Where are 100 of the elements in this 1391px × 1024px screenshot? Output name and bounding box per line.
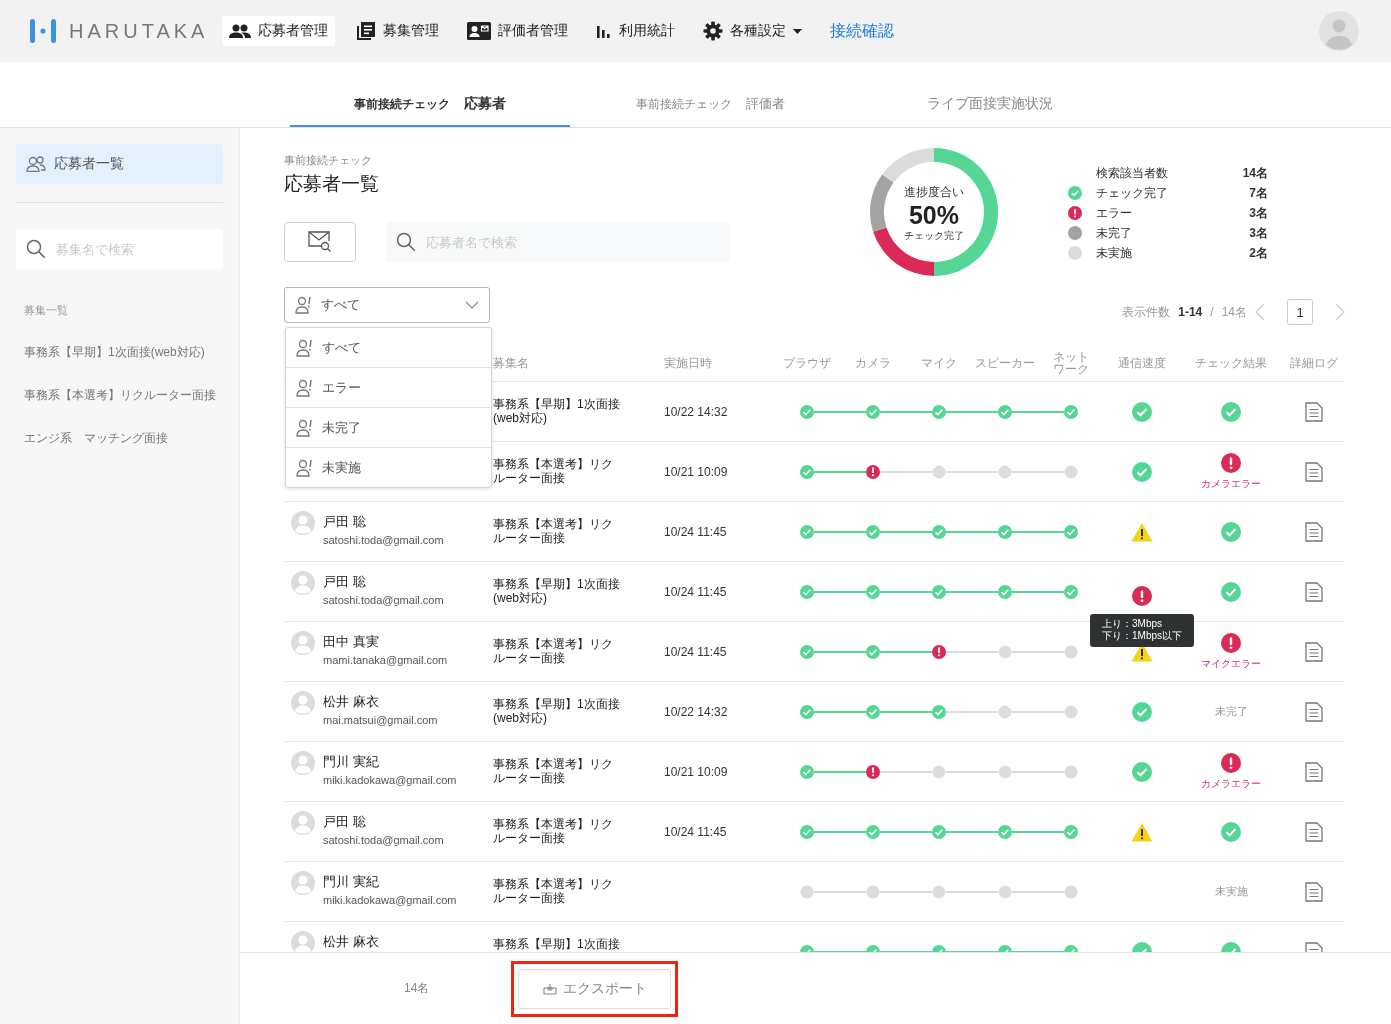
applicant-email: mai.matsui@gmail.com: [323, 714, 438, 727]
documents-icon: [356, 21, 377, 41]
tab[interactable]: ライブ面接実施状況: [850, 62, 1130, 127]
check-date: 10/22 14:32: [663, 404, 729, 419]
tab[interactable]: 事前接続チェック 応募者: [290, 62, 570, 127]
progress-line: [945, 530, 999, 533]
progress-line: [1011, 590, 1065, 593]
applicant-name: 戸田 聡: [323, 574, 367, 589]
progress-line: [945, 890, 999, 893]
document-icon[interactable]: [1304, 641, 1323, 662]
progress-line: [1011, 890, 1065, 893]
progress-line: [1011, 530, 1065, 533]
search-icon: [26, 239, 46, 259]
menu-item[interactable]: エラー: [286, 368, 491, 408]
applicant-name: 門川 実紀: [323, 874, 380, 889]
nav-item[interactable]: 利用統計: [589, 16, 683, 46]
menu-item[interactable]: 未実施: [286, 448, 491, 487]
document-icon[interactable]: [1304, 701, 1323, 722]
recruitment-name: 事務系【本選考】リクルーター面接: [492, 816, 614, 845]
tab[interactable]: 事前接続チェック 評価者: [570, 62, 850, 127]
avatar-icon: [291, 511, 315, 535]
document-icon[interactable]: [1304, 821, 1323, 842]
progress-line: [1011, 830, 1065, 833]
legend-label: エラー: [1096, 204, 1133, 222]
applicant-name: 松井 麻衣: [323, 694, 380, 709]
applicant-email: mami.tanaka@gmail.com: [323, 654, 448, 667]
recruitment-name: 事務系【早期】1次面接: [492, 936, 621, 951]
nav-item[interactable]: 各種設定: [696, 16, 810, 46]
sidebar-item[interactable]: 応募者一覧: [16, 144, 223, 184]
document-icon[interactable]: [1304, 461, 1323, 482]
column-header: 実施日時: [663, 357, 713, 369]
progress-line: [945, 470, 999, 473]
avatar-icon: [291, 871, 315, 895]
people-icon: [229, 24, 252, 38]
progress-line: [1011, 470, 1065, 473]
progress-line: [879, 590, 933, 593]
section-title: 募集一覧: [24, 303, 69, 318]
legend-count: 14名: [1242, 164, 1268, 182]
nav-item[interactable]: 評価者管理: [460, 16, 576, 46]
mail-search-button[interactable]: [284, 222, 356, 262]
progress-line: [813, 950, 867, 952]
progress-line: [945, 950, 999, 952]
progress-percent: 50%: [908, 201, 959, 229]
applicant-email: miki.kadokawa@gmail.com: [323, 774, 457, 787]
check-date: 10/21 10:09: [663, 764, 729, 779]
menu-item[interactable]: すべて: [286, 328, 491, 368]
progress-line: [813, 650, 867, 653]
status-label: 未完了: [1214, 704, 1248, 719]
nav-link[interactable]: 接続確認: [823, 16, 902, 46]
document-icon[interactable]: [1304, 401, 1323, 422]
avatar-icon: [291, 631, 315, 655]
progress-line: [813, 830, 867, 833]
document-icon[interactable]: [1304, 881, 1323, 902]
legend-count: 3名: [1249, 204, 1268, 222]
error-label: カメラエラー: [1201, 776, 1261, 791]
legend-label: 検索該当者数: [1096, 164, 1169, 182]
legend-count: 7名: [1249, 184, 1268, 202]
progress-line: [813, 890, 867, 893]
recruitment-name: 事務系【早期】1次面接(web対応): [492, 576, 621, 605]
check-date: 10/22 14:32: [663, 704, 729, 719]
column-header: カメラ: [854, 357, 892, 369]
column-header: ブラウザ: [782, 357, 832, 369]
nav-item[interactable]: 募集管理: [349, 16, 447, 46]
logo-text: HARUTAKA: [69, 19, 209, 43]
progress-line: [1011, 950, 1065, 952]
export-button[interactable]: エクスポート: [518, 968, 672, 1009]
document-icon[interactable]: [1304, 521, 1323, 542]
legend-count: 2名: [1249, 244, 1268, 262]
chart-caption: チェック完了: [904, 229, 964, 243]
document-icon[interactable]: [1304, 761, 1323, 782]
recruitment-name: 事務系【本選考】リクルーター面接: [492, 876, 614, 905]
recruitment-name: 事務系【本選考】リクルーター面接: [492, 636, 614, 665]
applicant-name: 門川 実紀: [323, 754, 380, 769]
recruitment-name: 事務系【早期】1次面接(web対応): [492, 396, 621, 425]
progress-line: [813, 710, 867, 713]
recruitment-name: 事務系【早期】1次面接(web対応): [492, 696, 621, 725]
check-date: 10/24 11:45: [663, 824, 728, 839]
pagination-label: 表示件数: [1122, 303, 1171, 321]
recruitment-link[interactable]: 事務系【早期】1次面接(web対応): [24, 344, 223, 361]
id-card-icon: [467, 22, 492, 40]
page-number[interactable]: 1: [1287, 299, 1313, 325]
applicant-email: miki.kadokawa@gmail.com: [323, 894, 457, 907]
legend-label: チェック完了: [1096, 184, 1169, 202]
progress-line: [879, 830, 933, 833]
settings-icon: [703, 21, 724, 41]
document-icon[interactable]: [1304, 581, 1323, 602]
nav-item[interactable]: 応募者管理: [222, 16, 336, 46]
tooltip-text: 下り：1Mbps以下: [1102, 629, 1182, 642]
envelope-search-icon: [308, 231, 332, 253]
column-header: 募集名: [492, 357, 530, 369]
column-header: ネットワーク: [1052, 351, 1090, 375]
progress-line: [813, 410, 867, 413]
progress-line: [813, 530, 867, 533]
recruitment-link[interactable]: エンジ系 マッチング面接: [24, 430, 223, 447]
filter-dropdown[interactable]: すべて: [284, 287, 490, 323]
progress-line: [813, 470, 867, 473]
recruitment-link[interactable]: 事務系【本選考】リクルーター面接: [24, 387, 223, 404]
progress-line: [813, 770, 867, 773]
column-header: 通信速度: [1117, 357, 1167, 369]
menu-item[interactable]: 未完了: [286, 408, 491, 448]
